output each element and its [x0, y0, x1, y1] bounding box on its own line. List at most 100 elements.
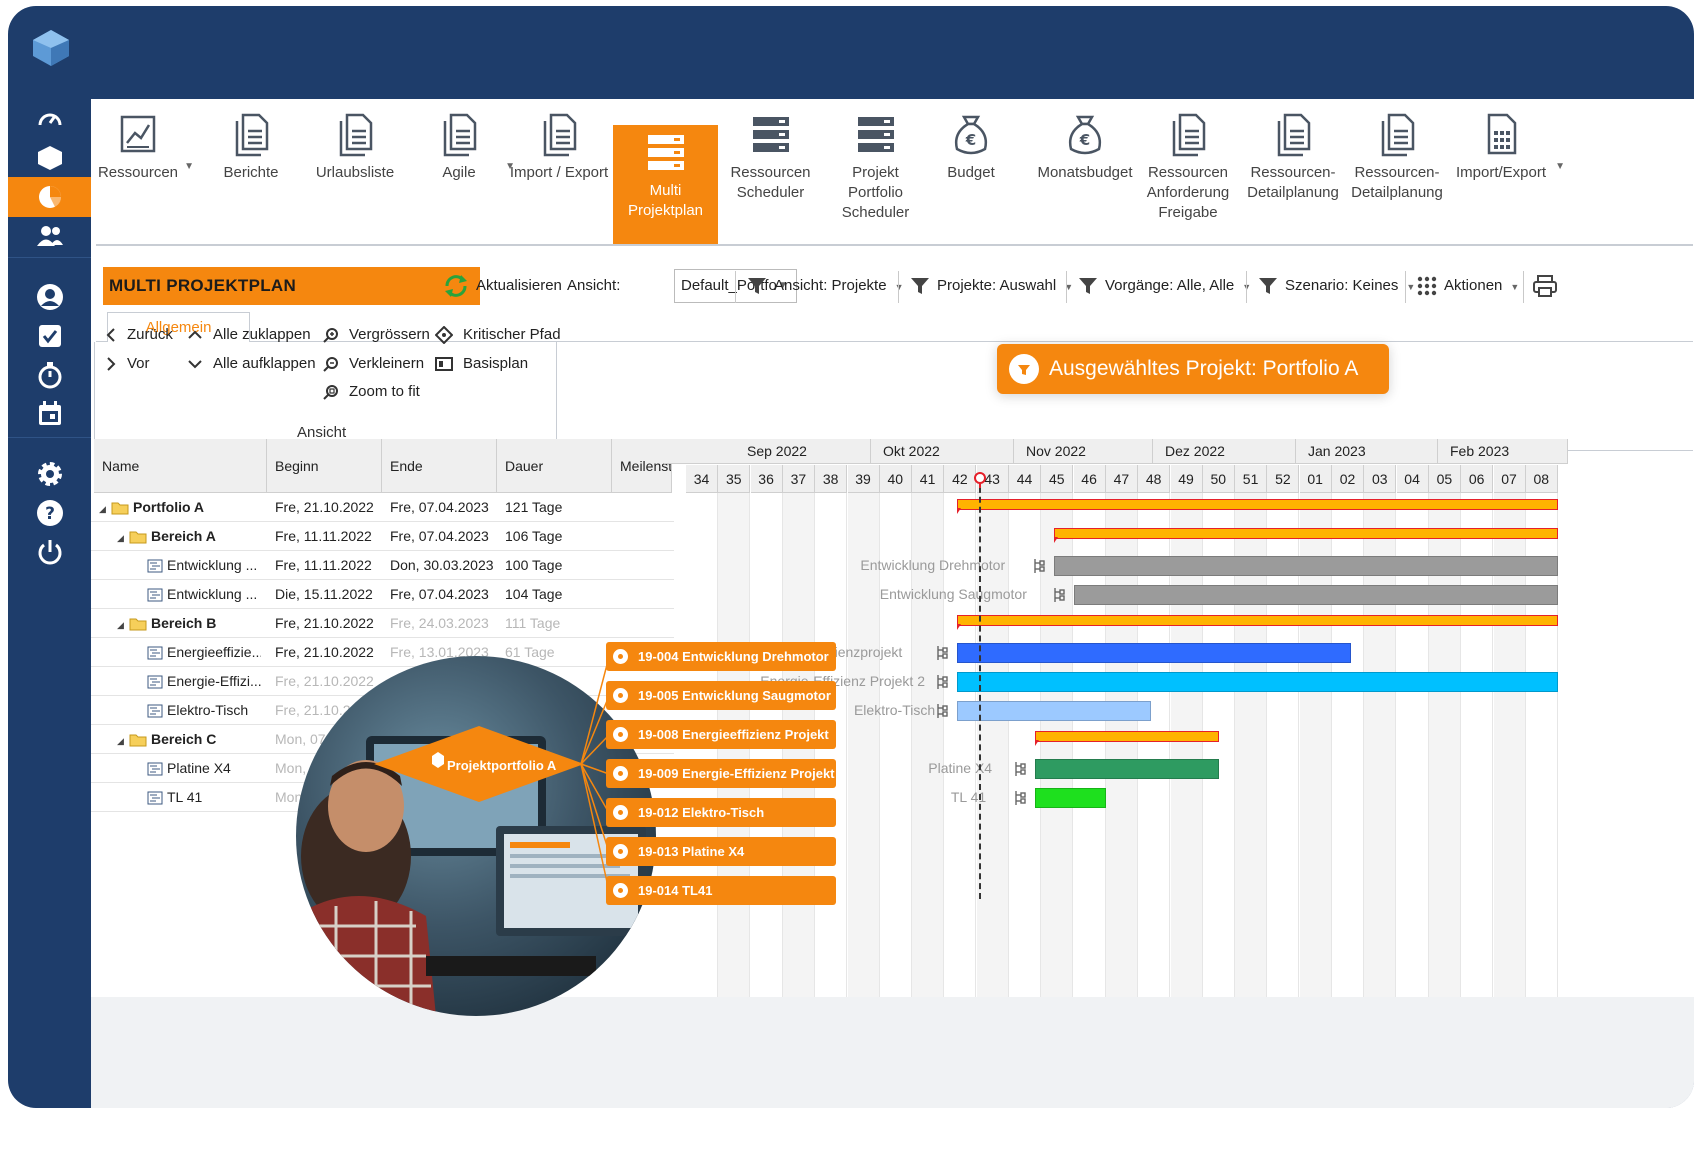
- ribbon-ressourcen-anforderung-freigabe-button[interactable]: Ressourcen Anforderung Freigabe: [1136, 111, 1240, 231]
- document-icon: [1345, 111, 1449, 157]
- task-icon: [147, 673, 167, 689]
- task-icon: [147, 644, 167, 660]
- baseline-icon: [435, 357, 453, 372]
- row-name: Entwicklung ...: [135, 580, 261, 609]
- sidebar-item-settings[interactable]: [8, 454, 91, 494]
- filter-scenario-button[interactable]: Szenario: Keines ▼: [1257, 267, 1415, 305]
- gantt-summary-bar[interactable]: [957, 615, 1559, 626]
- page-title: MULTI PROJEKTPLAN: [103, 267, 480, 305]
- filter-tasks-button[interactable]: Vorgänge: Alle, Alle▼: [1077, 267, 1251, 305]
- sidebar-item-tasks[interactable]: [8, 316, 91, 356]
- ribbon-import-export-button[interactable]: Import / Export: [509, 111, 609, 231]
- gantt-summary-bar[interactable]: [957, 499, 1559, 510]
- document-icon: [209, 111, 293, 157]
- dependency-icon[interactable]: [1013, 761, 1027, 782]
- zoom-in-button[interactable]: Vergrössern: [323, 323, 430, 347]
- ribbon-ressourcen-detailplanung-button[interactable]: Ressourcen-Detailplanung: [1241, 111, 1345, 231]
- zoom-fit-icon: [323, 385, 338, 400]
- table-row[interactable]: Entwicklung ... Fre, 11.11.2022 Don, 30.03…: [91, 551, 674, 580]
- column-header-milestone[interactable]: Meilenste: [612, 439, 672, 493]
- collapse-toggle-icon[interactable]: ◢: [117, 727, 129, 754]
- collapse-toggle-icon[interactable]: ◢: [99, 495, 111, 522]
- task-icon: [147, 702, 167, 718]
- baseline-button[interactable]: Basisplan: [435, 352, 528, 376]
- table-row[interactable]: ◢ Portfolio A Fre, 21.10.2022 Fre, 07.04.20…: [91, 493, 674, 522]
- collapse-toggle-icon[interactable]: ◢: [117, 611, 129, 638]
- ribbon-projekt-portfolio-scheduler-button[interactable]: Projekt Portfolio Scheduler: [823, 111, 928, 231]
- gantt-week-header: 44: [1009, 465, 1041, 493]
- column-header-duration[interactable]: Dauer: [497, 439, 612, 493]
- sidebar-item-users[interactable]: [8, 216, 91, 256]
- critical-path-button[interactable]: Kritischer Pfad: [434, 323, 561, 347]
- ribbon-import-export-button[interactable]: Import/Export ▼: [1451, 111, 1565, 231]
- sidebar-item-portfolio[interactable]: [8, 138, 91, 178]
- zoom-fit-button[interactable]: Zoom to fit: [323, 380, 420, 404]
- row-end: Fre, 07.04.2023: [390, 499, 489, 515]
- filter-projects-button[interactable]: Projekte: Auswahl ▼: [909, 267, 1073, 305]
- print-button[interactable]: [1532, 267, 1564, 305]
- forward-button[interactable]: Vor: [105, 352, 150, 376]
- dependency-icon[interactable]: [1032, 558, 1046, 579]
- ribbon-urlaubsliste-button[interactable]: Urlaubsliste: [313, 111, 397, 231]
- table-row[interactable]: Entwicklung ... Die, 15.11.2022 Fre, 07.04…: [91, 580, 674, 609]
- row-duration: 104 Tage: [505, 586, 563, 602]
- gantt-task-bar[interactable]: [957, 672, 1559, 692]
- sidebar-item-dashboard[interactable]: [8, 99, 91, 139]
- task-icon: [147, 789, 167, 805]
- actions-button[interactable]: Aktionen ▼: [1416, 267, 1519, 305]
- column-header-end[interactable]: Ende: [382, 439, 497, 493]
- column-header-begin[interactable]: Beginn: [267, 439, 382, 493]
- ribbon-budget-button[interactable]: € Budget: [929, 111, 1013, 231]
- sidebar-item-logout[interactable]: [8, 532, 91, 572]
- ribbon-ressourcen-scheduler-button[interactable]: Ressourcen Scheduler: [718, 111, 823, 231]
- ribbon-agile-button[interactable]: Agile ▼: [417, 111, 515, 231]
- gantt-task-bar[interactable]: [1034, 759, 1219, 779]
- filter-view-button[interactable]: Ansicht: Projekte ▼: [746, 267, 903, 305]
- dependency-icon[interactable]: [1013, 790, 1027, 811]
- gantt-week-header: 02: [1332, 465, 1364, 493]
- selected-project-badge: Ausgewähltes Projekt: Portfolio A: [997, 344, 1389, 394]
- document-icon: [1241, 111, 1345, 157]
- gantt-task-bar[interactable]: [957, 701, 1152, 721]
- gantt-task-bar[interactable]: [1054, 556, 1559, 576]
- ribbon-ressourcen-detailplanung-button[interactable]: Ressourcen-Detailplanung: [1345, 111, 1449, 231]
- sidebar-item-profile[interactable]: [8, 277, 91, 317]
- column-header-name[interactable]: Name: [94, 439, 267, 493]
- sidebar-item-calendar[interactable]: [8, 394, 91, 434]
- ribbon-monatsbudget-button[interactable]: € Monatsbudget: [1032, 111, 1138, 231]
- row-name: Energieeffizie...: [135, 638, 261, 667]
- gantt-task-bar[interactable]: [957, 643, 1352, 663]
- gantt-task-bar[interactable]: [1034, 788, 1106, 808]
- row-name: Platine X4: [135, 754, 261, 783]
- expand-all-button[interactable]: Alle aufklappen: [187, 352, 316, 376]
- ribbon-multi-projektplan-button[interactable]: Multi Projektplan: [613, 125, 718, 245]
- gantt-summary-bar[interactable]: [1054, 528, 1559, 539]
- sidebar-item-timer[interactable]: [8, 355, 91, 395]
- gantt-month-header: Jan 2023: [1296, 439, 1438, 464]
- table-row[interactable]: ◢ Bereich B Fre, 21.10.2022 Fre, 24.03.2023…: [91, 609, 674, 638]
- table-row[interactable]: ◢ Bereich A Fre, 11.11.2022 Fre, 07.04.2023…: [91, 522, 674, 551]
- today-line: [979, 477, 981, 899]
- chevron-down-icon[interactable]: ▼: [1555, 161, 1565, 172]
- collapse-toggle-icon[interactable]: ◢: [117, 524, 129, 551]
- money-bag-icon: €: [929, 111, 1013, 157]
- dependency-icon[interactable]: [935, 674, 949, 695]
- app-window: ? Ressourcen ▼ Berichte Urlaubsliste Agile ▼ I…: [8, 6, 1694, 1108]
- gantt-week-header: 05: [1428, 465, 1461, 493]
- refresh-button[interactable]: Aktualisieren: [442, 267, 562, 305]
- chevron-down-icon[interactable]: ▼: [184, 161, 194, 172]
- dependency-icon[interactable]: [1052, 587, 1066, 608]
- zoom-out-button[interactable]: Verkleinern: [323, 352, 424, 376]
- ribbon-ressourcen-button[interactable]: Ressourcen ▼: [96, 111, 194, 231]
- dependency-icon[interactable]: [935, 703, 949, 724]
- chevron-right-icon: [107, 357, 116, 371]
- gantt-task-bar[interactable]: [1073, 585, 1559, 605]
- sidebar-item-reports[interactable]: [8, 177, 91, 217]
- sidebar-item-help[interactable]: ?: [8, 493, 91, 533]
- row-begin: Fre, 21.10.2022: [275, 615, 374, 631]
- dependency-icon[interactable]: [935, 645, 949, 666]
- collapse-all-button[interactable]: Alle zuklappen: [187, 323, 311, 347]
- gantt-summary-bar[interactable]: [1034, 731, 1219, 742]
- back-button[interactable]: Zurück: [105, 323, 173, 347]
- ribbon-berichte-button[interactable]: Berichte: [209, 111, 293, 231]
